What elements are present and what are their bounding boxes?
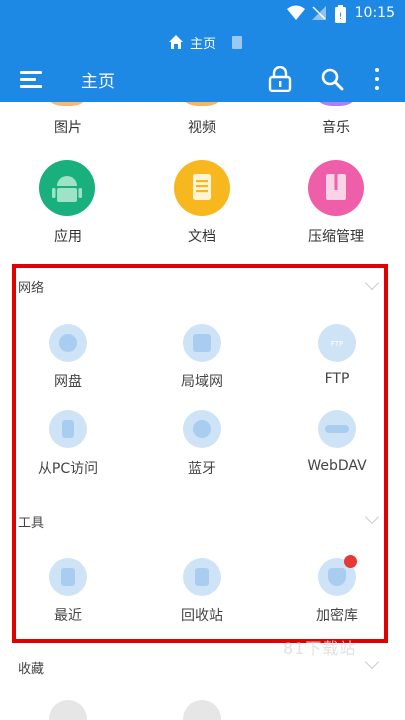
archive-manager-icon[interactable] <box>308 160 364 216</box>
notification-badge <box>344 555 357 568</box>
add-favorite-icon[interactable] <box>49 700 87 720</box>
section-title-network: 网络 <box>18 281 45 296</box>
network-item-cloud-drive[interactable]: 网盘 <box>18 371 118 391</box>
network-item-ftp[interactable]: FTP <box>287 371 387 387</box>
category-music[interactable]: 音乐 <box>296 117 376 137</box>
watermark: 81下载站 <box>283 639 357 658</box>
category-documents[interactable]: 文档 <box>162 226 242 246</box>
apps-icon[interactable] <box>39 160 95 216</box>
breadcrumb: 主页 <box>0 28 405 58</box>
wifi-icon <box>287 5 305 20</box>
home-content: 图片 视频 音乐 应用 文档 压缩管理 网络 FTP 网盘 局域网 FTP 从P… <box>0 102 405 720</box>
bluetooth-icon[interactable] <box>183 410 221 448</box>
tools-item-recent[interactable]: 最近 <box>18 605 118 625</box>
lock-icon[interactable] <box>268 66 292 92</box>
app-bar: 主页 <box>0 58 405 102</box>
category-apps[interactable]: 应用 <box>28 226 108 246</box>
network-item-webdav[interactable]: WebDAV <box>287 458 387 474</box>
network-item-pc-access[interactable]: 从PC访问 <box>18 458 118 478</box>
network-item-bluetooth[interactable]: 蓝牙 <box>152 458 252 478</box>
lan-icon[interactable] <box>183 324 221 362</box>
recent-icon[interactable] <box>49 558 87 596</box>
svg-text:FTP: FTP <box>331 340 343 348</box>
pictures-icon[interactable] <box>41 102 93 106</box>
category-videos[interactable]: 视频 <box>162 117 242 137</box>
home-icon[interactable] <box>168 34 184 50</box>
tools-item-vault[interactable]: 加密库 <box>287 605 387 625</box>
tools-item-recycle-bin[interactable]: 回收站 <box>152 605 252 625</box>
webdav-icon[interactable] <box>318 410 356 448</box>
network-item-lan[interactable]: 局域网 <box>152 371 252 391</box>
clock: 10:15 <box>354 5 395 21</box>
cloud-drive-icon[interactable] <box>49 324 87 362</box>
signal-icon <box>312 6 326 20</box>
status-bar: ! 10:15 <box>0 0 405 28</box>
section-title-tools: 工具 <box>18 516 45 531</box>
documents-icon[interactable] <box>174 160 230 216</box>
menu-icon[interactable] <box>20 69 42 89</box>
breadcrumb-label[interactable]: 主页 <box>190 33 216 52</box>
music-icon[interactable] <box>310 102 362 106</box>
page-title: 主页 <box>81 72 115 92</box>
section-title-favorites: 收藏 <box>18 662 45 677</box>
ftp-icon[interactable]: FTP <box>318 324 356 362</box>
chevron-down-icon[interactable] <box>364 275 380 291</box>
document-icon <box>232 36 242 49</box>
pc-access-icon[interactable] <box>49 410 87 448</box>
battery-icon: ! <box>335 5 346 23</box>
chevron-down-icon[interactable] <box>364 509 380 525</box>
videos-icon[interactable] <box>176 102 228 106</box>
search-icon[interactable] <box>320 67 344 91</box>
more-options-icon[interactable] <box>371 67 383 91</box>
recycle-bin-icon[interactable] <box>183 558 221 596</box>
add-favorite-icon[interactable] <box>183 700 221 720</box>
category-archive[interactable]: 压缩管理 <box>296 226 376 246</box>
chevron-down-icon[interactable] <box>364 654 380 670</box>
category-pictures[interactable]: 图片 <box>28 117 108 137</box>
svg-text:!: ! <box>339 12 343 22</box>
